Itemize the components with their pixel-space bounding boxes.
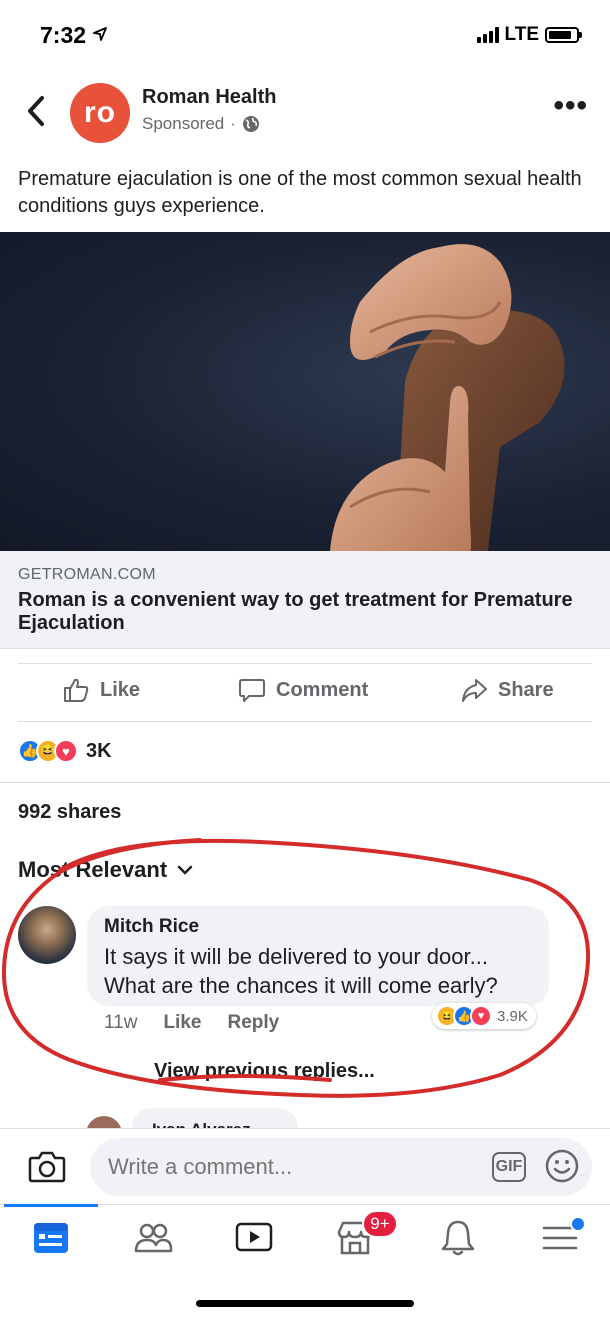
ad-image[interactable] (0, 232, 610, 551)
page-avatar[interactable]: ro (70, 83, 130, 143)
marketplace-badge: 9+ (362, 1210, 398, 1238)
page-name[interactable]: Roman Health (142, 86, 276, 109)
comment-like-button[interactable]: Like (163, 1012, 201, 1034)
watch-video-icon[interactable] (234, 1218, 274, 1258)
view-previous-replies-link[interactable]: View previous replies... (154, 1060, 375, 1083)
commenter-avatar[interactable] (18, 906, 76, 964)
location-arrow-icon (93, 27, 108, 41)
signal-icon (476, 27, 499, 43)
reactions-summary[interactable]: 👍 😆 ♥ 3K (18, 739, 112, 763)
comment-reply-button[interactable]: Reply (227, 1012, 279, 1034)
back-arrow-icon[interactable] (22, 94, 52, 128)
comment-sort-dropdown[interactable]: Most Relevant (18, 857, 193, 883)
comment-reactions-count: 3.9K (497, 1007, 528, 1025)
comment-author[interactable]: Mitch Rice (104, 916, 199, 938)
link-title[interactable]: Roman is a convenient way to get treatme… (18, 589, 578, 635)
divider (18, 721, 592, 722)
link-domain: GETROMAN.COM (18, 566, 156, 583)
chevron-down-icon (177, 865, 193, 875)
gif-button[interactable]: GIF (492, 1152, 526, 1182)
comment-reactions[interactable]: 😆 👍 ♥ 3.9K (432, 1003, 536, 1029)
reactions-count: 3K (86, 739, 112, 762)
battery-icon (545, 27, 582, 43)
like-button[interactable]: Like (62, 676, 140, 704)
share-button[interactable]: Share (460, 676, 554, 704)
shares-count[interactable]: 992 shares (18, 801, 121, 824)
camera-icon[interactable] (28, 1148, 66, 1184)
comment-text: It says it will be delivered to your doo… (104, 944, 498, 998)
comment-time: 11w (104, 1012, 138, 1033)
divider (0, 782, 610, 783)
thumbs-up-icon (64, 678, 89, 702)
comment-meta: 11w Like Reply (104, 1012, 279, 1034)
news-feed-icon[interactable] (31, 1218, 71, 1258)
status-time: 7:32 (40, 22, 108, 49)
sponsored-label: Sponsored · (142, 114, 260, 134)
hands-photo-icon (330, 244, 565, 551)
divider (18, 663, 592, 664)
status-indicators: LTE (476, 24, 582, 46)
emoji-icon[interactable] (545, 1149, 579, 1183)
comment-button[interactable]: Comment (238, 676, 368, 704)
love-reaction-icon: ♥ (54, 739, 78, 763)
comment-bubble-icon (239, 679, 265, 702)
more-options-icon[interactable]: ••• (553, 91, 588, 121)
love-reaction-icon: ♥ (470, 1005, 492, 1027)
network-type: LTE (504, 24, 539, 45)
home-indicator[interactable] (196, 1300, 414, 1307)
share-arrow-icon (462, 679, 487, 702)
notifications-bell-icon[interactable] (438, 1218, 478, 1258)
active-tab-indicator (4, 1204, 98, 1207)
menu-notification-dot (570, 1216, 586, 1232)
globe-icon (242, 116, 259, 132)
friends-icon[interactable] (133, 1218, 173, 1258)
post-text: Premature ejaculation is one of the most… (18, 168, 582, 217)
